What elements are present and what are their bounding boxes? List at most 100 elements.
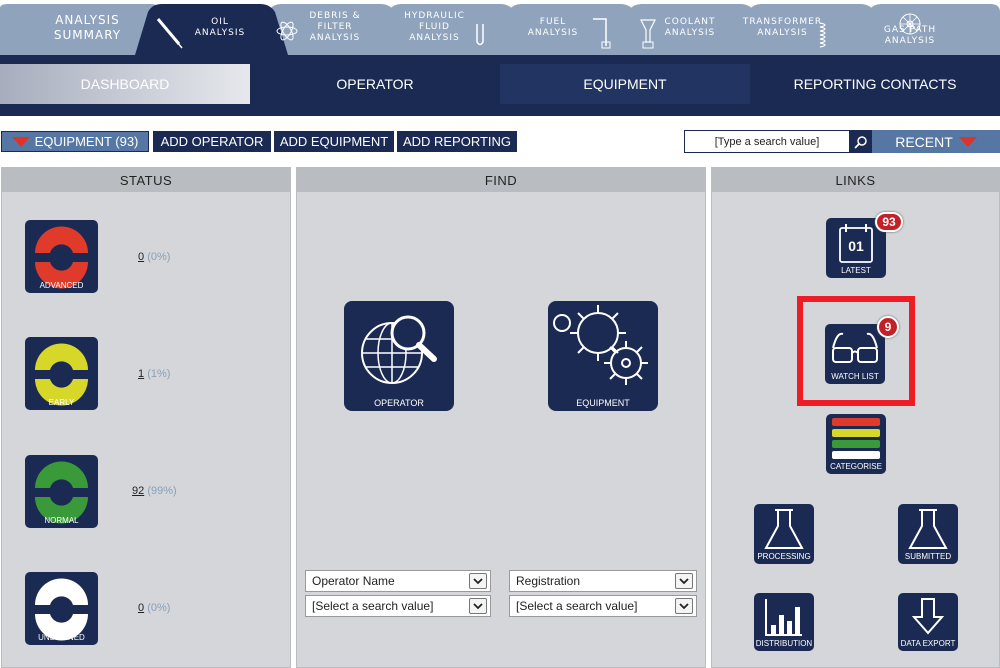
- status-normal-pct: (99%): [147, 485, 177, 497]
- tab-coolant-analysis[interactable]: COOLANT ANALYSIS: [655, 0, 725, 55]
- status-undefined-count[interactable]: 0: [138, 602, 144, 614]
- find-operator-tile[interactable]: OPERATOR: [344, 301, 454, 411]
- tab-line2: ANALYSIS: [757, 27, 808, 38]
- find-equipment-tile[interactable]: EQUIPMENT: [548, 301, 658, 411]
- processing-link[interactable]: PROCESSING: [754, 504, 814, 564]
- nav-dashboard[interactable]: DASHBOARD: [0, 64, 250, 104]
- find-equipment-label: EQUIPMENT: [576, 398, 630, 408]
- tab-oil-analysis[interactable]: OIL ANALYSIS: [185, 0, 255, 55]
- atom-icon: [276, 21, 298, 41]
- operator-search-value: [Select a search value]: [312, 599, 434, 613]
- watch-list-badge: 9: [877, 316, 899, 338]
- search-button[interactable]: [850, 130, 872, 153]
- tab-line1: FUEL: [539, 16, 567, 27]
- data-export-link[interactable]: DATA EXPORT: [898, 593, 958, 651]
- status-title: STATUS: [2, 168, 290, 192]
- find-panel: FIND: [296, 167, 706, 668]
- tab-fuel-analysis[interactable]: FUEL ANALYSIS: [518, 0, 588, 55]
- tab-line1: ANALYSIS: [55, 12, 120, 27]
- tab-line1: DEBRIS & FILTER: [309, 11, 361, 32]
- watch-list-label: WATCH LIST: [831, 372, 879, 381]
- tab-debris-filter-analysis[interactable]: DEBRIS & FILTER ANALYSIS: [295, 0, 375, 55]
- chevron-down-icon: [675, 573, 693, 589]
- find-operator-label: OPERATOR: [374, 398, 424, 408]
- add-reporting-button[interactable]: ADD REPORTING: [397, 131, 517, 152]
- chevron-down-icon: [469, 573, 487, 589]
- status-advanced-value[interactable]: 0 (0%): [138, 251, 170, 263]
- nav-underline: [0, 104, 1000, 116]
- status-advanced-tile[interactable]: ADVANCED: [25, 220, 98, 293]
- operator-search-select[interactable]: [Select a search value]: [305, 595, 491, 617]
- registration-select[interactable]: Registration: [509, 570, 697, 592]
- recent-dropdown-icon: [958, 136, 977, 147]
- tab-line2: ANALYSIS: [309, 33, 361, 43]
- status-undefined-tile[interactable]: UNDEFINED: [25, 572, 98, 645]
- tab-hydraulic-fluid-analysis[interactable]: HYDRAULIC FLUID ANALYSIS: [392, 0, 477, 55]
- status-early-count[interactable]: 1: [138, 368, 144, 380]
- status-advanced-pct: (0%): [147, 251, 171, 263]
- tab-line1: OIL: [211, 16, 229, 27]
- status-normal-tile[interactable]: NORMAL: [25, 455, 98, 528]
- operator-name-value: Operator Name: [312, 574, 395, 588]
- chevron-down-icon: [469, 598, 487, 614]
- chevron-down-icon: [675, 598, 693, 614]
- status-early-pct: (1%): [147, 368, 171, 380]
- tab-line2: ANALYSIS: [194, 27, 246, 38]
- status-undefined-pct: (0%): [147, 602, 171, 614]
- status-undefined-value[interactable]: 0 (0%): [138, 602, 170, 614]
- nav-reporting-contacts[interactable]: REPORTING CONTACTS: [750, 64, 1000, 104]
- add-equipment-button[interactable]: ADD EQUIPMENT: [274, 131, 394, 152]
- equipment-search-value: [Select a search value]: [516, 599, 638, 613]
- recent-label: RECENT: [895, 133, 953, 150]
- analysis-tab-bar: ANALYSIS SUMMARY OIL ANALYSIS DEBRIS & F…: [0, 0, 1000, 55]
- search-input[interactable]: [Type a search value]: [684, 130, 850, 153]
- turbine-icon: [899, 13, 921, 35]
- operator-name-select[interactable]: Operator Name: [305, 570, 491, 592]
- find-title: FIND: [297, 168, 705, 192]
- equipment-search-select[interactable]: [Select a search value]: [509, 595, 697, 617]
- tab-line1: COOLANT: [664, 16, 716, 27]
- categorise-link[interactable]: CATEGORISE: [826, 414, 886, 474]
- search-icon: [854, 135, 867, 149]
- categorise-label: CATEGORISE: [830, 462, 882, 471]
- recent-button[interactable]: RECENT: [872, 130, 1000, 153]
- processing-label: PROCESSING: [757, 552, 811, 561]
- status-early-label: EARLY: [48, 398, 75, 407]
- coil-icon: [819, 22, 826, 48]
- tab-line1: TRANSFORMER: [742, 16, 823, 27]
- gears-icon: [553, 305, 648, 385]
- globe-search-icon: [361, 315, 437, 384]
- latest-label: LATEST: [841, 266, 871, 275]
- fuel-pump-icon: [593, 18, 611, 49]
- submitted-link[interactable]: SUBMITTED: [898, 504, 958, 564]
- latest-date: 01: [848, 238, 864, 254]
- nav-equipment[interactable]: EQUIPMENT: [500, 64, 750, 104]
- tab-transformer-analysis[interactable]: TRANSFORMER ANALYSIS: [742, 0, 823, 55]
- tab-line2: ANALYSIS: [664, 27, 716, 38]
- dropdown-triangle-icon: [11, 136, 30, 147]
- add-operator-button[interactable]: ADD OPERATOR: [153, 131, 271, 152]
- links-title: LINKS: [712, 168, 999, 192]
- tab-line2: ANALYSIS: [527, 27, 579, 38]
- status-normal-value[interactable]: 92 (99%): [132, 485, 177, 497]
- status-undefined-label: UNDEFINED: [38, 633, 85, 642]
- test-tube-icon: [476, 24, 484, 46]
- status-early-tile[interactable]: EARLY: [25, 337, 98, 410]
- tab-line2: SUMMARY: [53, 27, 122, 42]
- coolant-flask-icon: [640, 19, 656, 49]
- watch-list-link[interactable]: WATCH LIST: [825, 324, 885, 384]
- tab-line1: HYDRAULIC: [404, 11, 465, 21]
- status-early-value[interactable]: 1 (1%): [138, 368, 170, 380]
- equipment-count-button[interactable]: EQUIPMENT (93): [1, 131, 149, 152]
- submitted-label: SUBMITTED: [904, 552, 952, 561]
- registration-value: Registration: [516, 574, 581, 588]
- distribution-link[interactable]: DISTRIBUTION: [754, 593, 814, 651]
- status-advanced-count[interactable]: 0: [138, 251, 144, 263]
- status-normal-count[interactable]: 92: [132, 485, 144, 497]
- equipment-count-label: EQUIPMENT (93): [34, 134, 139, 149]
- nav-operator[interactable]: OPERATOR: [250, 64, 500, 104]
- tab-analysis-summary[interactable]: ANALYSIS SUMMARY: [30, 0, 145, 55]
- status-normal-label: NORMAL: [44, 516, 79, 525]
- main-nav: DASHBOARD OPERATOR EQUIPMENT REPORTING C…: [0, 64, 1000, 104]
- status-advanced-label: ADVANCED: [39, 281, 84, 290]
